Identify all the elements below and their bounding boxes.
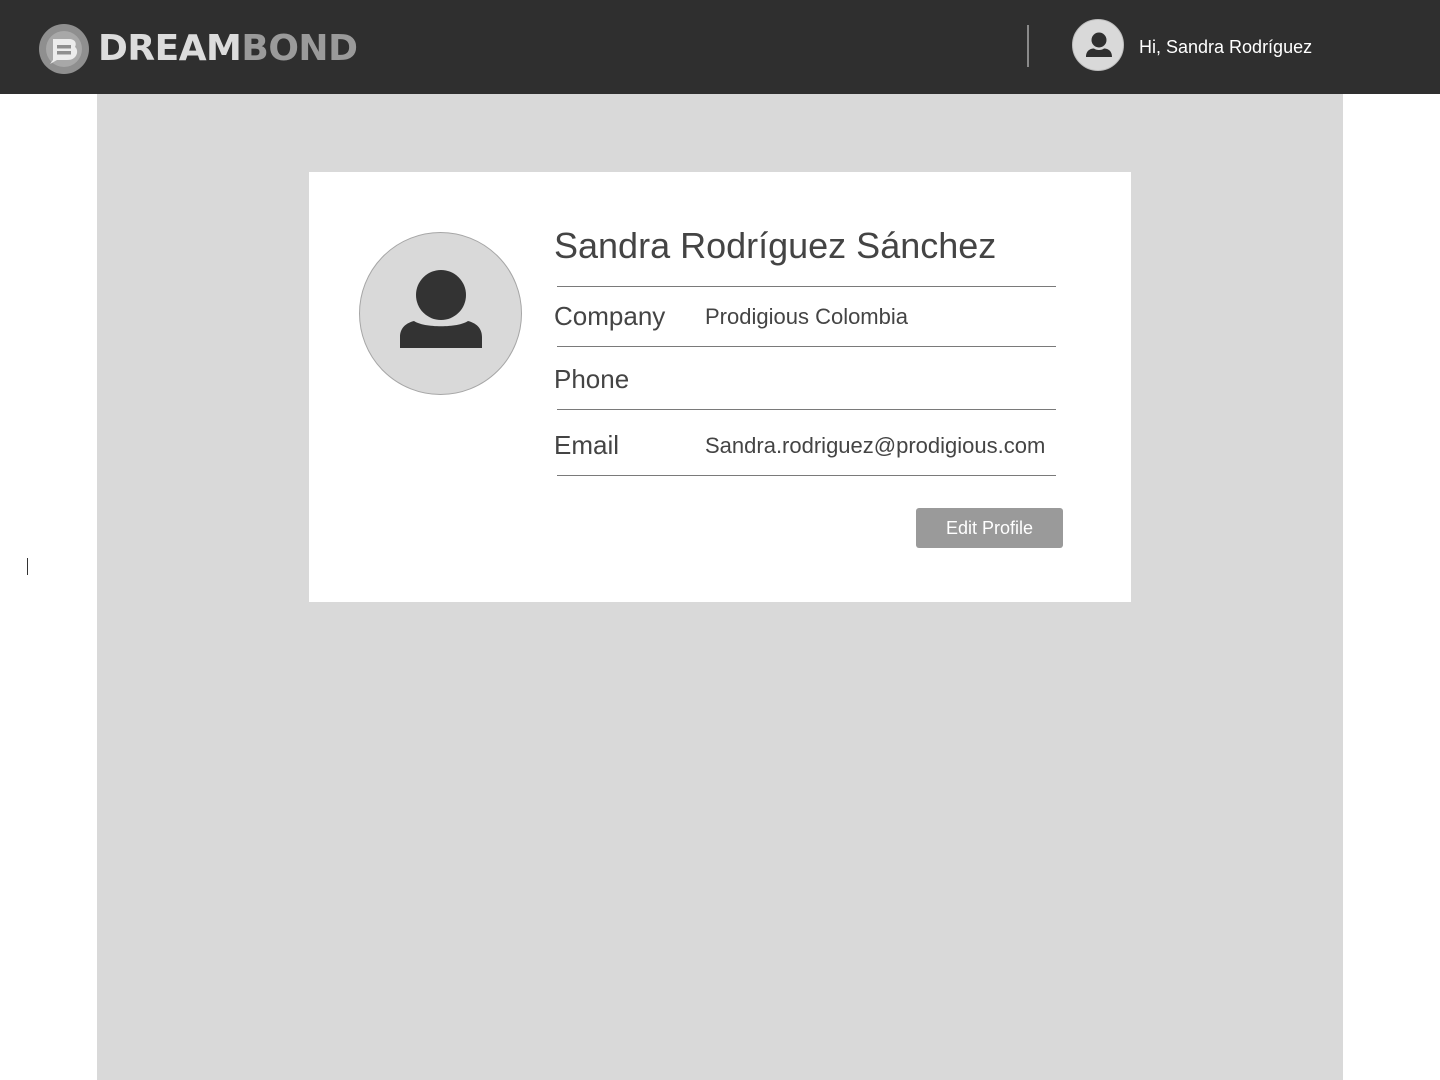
phone-divider [557, 409, 1056, 410]
email-divider [557, 475, 1056, 476]
edit-profile-button[interactable]: Edit Profile [916, 508, 1063, 548]
profile-avatar-user-icon [359, 232, 522, 395]
email-label: Email [554, 430, 620, 460]
dreambond-logo-icon [39, 24, 89, 74]
brand-name-second: BOND [241, 28, 358, 69]
brand-logo[interactable]: DREAMBOND [39, 24, 358, 74]
user-greeting[interactable]: Hi, Sandra Rodríguez [1139, 36, 1312, 58]
profile-full-name: Sandra Rodríguez Sánchez [554, 225, 997, 266]
name-divider [557, 286, 1056, 287]
brand-name-first: DREAM [98, 28, 242, 69]
top-navigation-bar: DREAMBOND Hi, Sandra Rodríguez [0, 0, 1440, 94]
user-icon[interactable] [1072, 19, 1124, 71]
header-divider [1027, 25, 1029, 67]
text-cursor [27, 558, 28, 575]
email-value: Sandra.rodriguez@prodigious.com [705, 433, 1046, 458]
phone-label: Phone [554, 364, 630, 394]
company-label: Company [554, 301, 666, 331]
company-divider [557, 346, 1056, 347]
brand-name: DREAMBOND [98, 24, 358, 74]
company-value: Prodigious Colombia [705, 304, 908, 329]
